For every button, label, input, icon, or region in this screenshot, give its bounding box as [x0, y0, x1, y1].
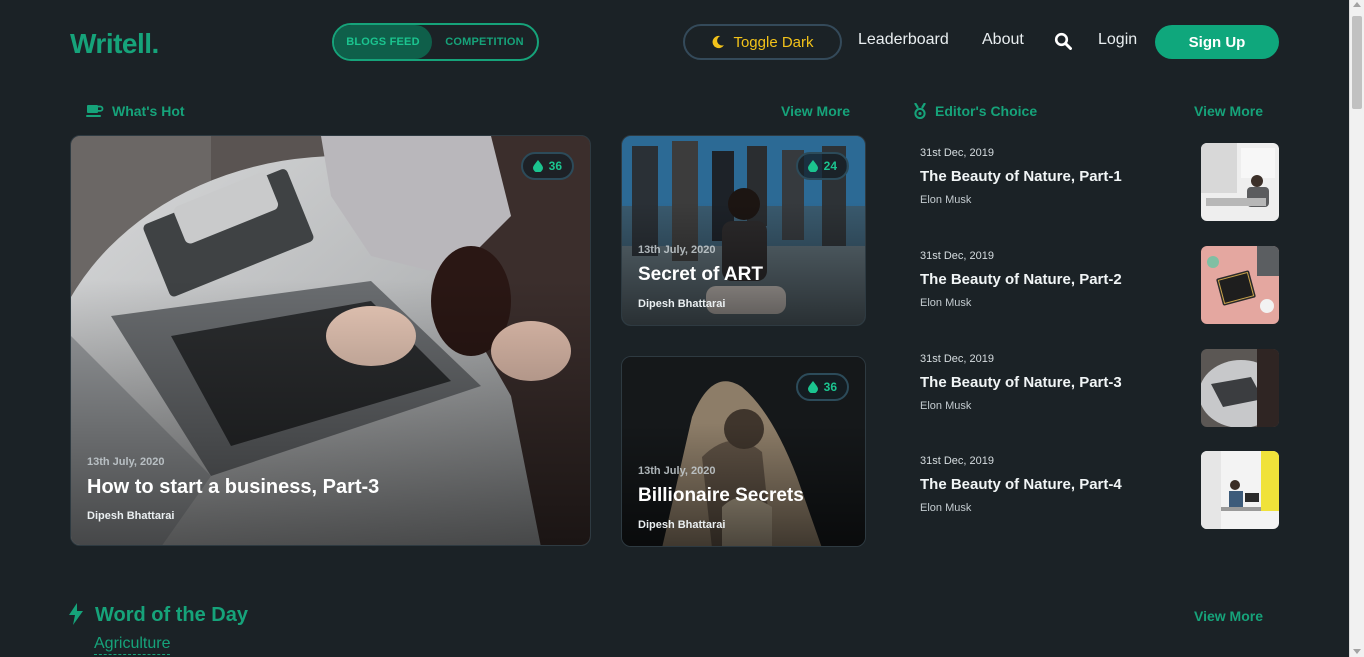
featured-author: Dipesh Bhattarai [87, 510, 175, 522]
featured-count: 36 [548, 159, 562, 173]
nav-leaderboard[interactable]: Leaderboard [858, 31, 949, 49]
vertical-scrollbar[interactable] [1349, 0, 1364, 657]
workspace-photo [1201, 451, 1279, 529]
card-secret-count: 24 [823, 159, 837, 173]
scroll-down-arrow-icon[interactable] [1353, 649, 1361, 654]
editors-item-date: 31st Dec, 2019 [920, 455, 994, 467]
card-billionaire-title: Billionaire Secrets [638, 485, 804, 506]
editors-item-title: The Beauty of Nature, Part-2 [920, 271, 1122, 288]
medal-icon [914, 103, 926, 119]
card-secret-author: Dipesh Bhattarai [638, 298, 726, 310]
card-billionaire-author: Dipesh Bhattarai [638, 519, 726, 531]
page: Writell. BLOGS FEED COMPETITION Toggle D… [0, 0, 1364, 657]
editors-item-title: The Beauty of Nature, Part-4 [920, 476, 1122, 493]
editors-item-date: 31st Dec, 2019 [920, 147, 994, 159]
editors-item-thumbnail [1201, 246, 1279, 324]
word-of-the-day-word[interactable]: Agriculture [94, 635, 171, 655]
coffee-cup-icon [86, 105, 104, 117]
tab-blogs-feed[interactable]: BLOGS FEED [334, 25, 432, 59]
card-billionaire-badge: 36 [795, 373, 849, 401]
whats-hot-view-more[interactable]: View More [781, 103, 850, 119]
logo[interactable]: Writell. [70, 28, 159, 60]
fire-icon [807, 381, 818, 393]
lightning-icon [69, 603, 83, 625]
nav-about[interactable]: About [982, 31, 1024, 49]
editors-item-date: 31st Dec, 2019 [920, 353, 994, 365]
card-billionaire-date: 13th July, 2020 [638, 465, 716, 477]
editors-item-author: Elon Musk [920, 297, 972, 309]
card-secret-title: Secret of ART [638, 264, 763, 285]
card-secret-of-art[interactable]: 24 13th July, 2020 Secret of ART Dipesh … [621, 135, 866, 326]
editors-item-thumbnail [1201, 143, 1279, 221]
editors-choice-view-more[interactable]: View More [1194, 103, 1263, 119]
feed-toggle: BLOGS FEED COMPETITION [332, 23, 539, 61]
editors-item[interactable]: 31st Dec, 2019 The Beauty of Nature, Par… [920, 246, 1280, 326]
editors-item-author: Elon Musk [920, 502, 972, 514]
editors-item-date: 31st Dec, 2019 [920, 250, 994, 262]
editors-choice-label: Editor's Choice [935, 103, 1038, 119]
scroll-thumb[interactable] [1352, 16, 1362, 109]
featured-badge: 36 [520, 152, 574, 180]
editors-item-thumbnail [1201, 451, 1279, 529]
login-link[interactable]: Login [1098, 31, 1137, 49]
editors-item[interactable]: 31st Dec, 2019 The Beauty of Nature, Par… [920, 349, 1280, 429]
editors-item-title: The Beauty of Nature, Part-3 [920, 374, 1122, 391]
signup-button[interactable]: Sign Up [1155, 25, 1279, 59]
fire-icon [807, 160, 818, 172]
moon-icon [713, 35, 725, 49]
featured-title: How to start a business, Part-3 [87, 476, 380, 498]
word-of-the-day-heading: Word of the Day [95, 604, 248, 626]
editors-item[interactable]: 31st Dec, 2019 The Beauty of Nature, Par… [920, 143, 1280, 223]
card-secret-badge: 24 [795, 152, 849, 180]
card-secret-date: 13th July, 2020 [638, 244, 716, 256]
featured-date: 13th July, 2020 [87, 456, 165, 468]
laptop-photo [1201, 349, 1279, 427]
toggle-dark-label: Toggle Dark [733, 33, 814, 51]
word-of-the-day-view-more[interactable]: View More [1194, 608, 1263, 624]
editors-item-author: Elon Musk [920, 400, 972, 412]
scroll-up-arrow-icon[interactable] [1353, 2, 1361, 7]
editors-item-author: Elon Musk [920, 194, 972, 206]
desk-flatlay-photo [1201, 246, 1279, 324]
card-billionaire-secrets[interactable]: 36 13th July, 2020 Billionaire Secrets D… [621, 356, 866, 547]
card-billionaire-count: 36 [823, 380, 837, 394]
editors-choice-heading: Editor's Choice [913, 103, 1037, 119]
fire-icon [532, 160, 543, 172]
editors-item-thumbnail [1201, 349, 1279, 427]
toggle-dark-button[interactable]: Toggle Dark [683, 24, 842, 60]
featured-card[interactable]: 36 13th July, 2020 How to start a busine… [70, 135, 591, 546]
office-photo [1201, 143, 1279, 221]
whats-hot-heading: What's Hot [86, 103, 185, 119]
tab-competition[interactable]: COMPETITION [432, 25, 537, 59]
whats-hot-label: What's Hot [112, 103, 185, 119]
editors-item[interactable]: 31st Dec, 2019 The Beauty of Nature, Par… [920, 451, 1280, 531]
search-icon[interactable] [1054, 32, 1072, 50]
editors-item-title: The Beauty of Nature, Part-1 [920, 168, 1122, 185]
